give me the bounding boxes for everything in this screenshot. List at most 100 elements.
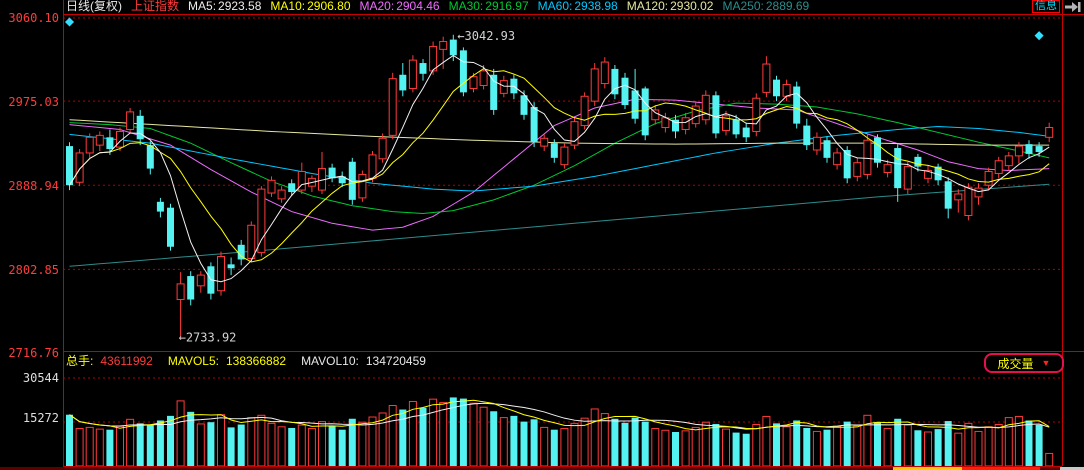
- volume-bar-down: [914, 430, 921, 466]
- volume-bar-down: [712, 424, 719, 466]
- volume-bar-up: [561, 429, 568, 466]
- candle-body-down: [743, 128, 750, 138]
- candle-body-up: [904, 167, 911, 189]
- candle-body-up: [783, 85, 790, 97]
- candle-body-down: [551, 143, 558, 158]
- volume-bar-up: [965, 423, 972, 466]
- volume-type-selector[interactable]: 成交量 ▼: [984, 353, 1064, 373]
- event-marker-diamond: [65, 17, 74, 26]
- volume-bar-down: [521, 422, 528, 466]
- candle-body-up: [480, 71, 487, 86]
- mavol10-label: MAVOL10:: [301, 352, 359, 371]
- candle-body-up: [177, 284, 184, 300]
- volume-bar-up: [218, 415, 225, 466]
- ma-line-ma250: [70, 184, 1050, 266]
- volume-bar-up: [197, 424, 204, 466]
- volume-selector-label: 成交量: [998, 355, 1034, 372]
- candle-body-up: [369, 155, 376, 178]
- candle-body-down: [824, 140, 831, 158]
- volume-chart[interactable]: [63, 372, 1062, 466]
- symbol-name[interactable]: 上证指数: [131, 0, 179, 14]
- candle-body-down: [157, 202, 164, 212]
- candle-body-down: [399, 75, 406, 91]
- candle-body-up: [995, 161, 1002, 174]
- candle-body-up: [682, 118, 689, 130]
- volume-bar-up: [541, 427, 548, 466]
- next-panel-arrow-icon[interactable]: [1064, 1, 1081, 13]
- ma60-legend: MA60:2938.98: [538, 0, 618, 14]
- candle-body-up: [975, 188, 982, 197]
- volume-bar-down: [672, 432, 679, 466]
- volume-bar-up: [985, 427, 992, 466]
- candle-body-down: [712, 95, 719, 133]
- volume-bar-down: [733, 433, 740, 466]
- volume-bar-down: [329, 426, 336, 466]
- volume-bar-up: [258, 415, 265, 466]
- candle-body-up: [813, 137, 820, 150]
- candle-body-up: [652, 110, 659, 120]
- candle-body-down: [187, 276, 194, 299]
- candle-body-up: [500, 81, 507, 94]
- volume-header: 总手: 43611992 MAVOL5: 138366882 MAVOL10: …: [0, 352, 1084, 371]
- info-button[interactable]: 信息: [1032, 0, 1060, 13]
- price-axis-label: 2888.94: [0, 179, 59, 193]
- volume-bar-up: [925, 432, 932, 466]
- candle-body-up: [86, 137, 93, 153]
- high-price-annotation: ←3042.93: [457, 29, 515, 43]
- candle-body-down: [733, 120, 740, 135]
- candle-body-up: [379, 138, 386, 159]
- candle-body-up: [470, 77, 477, 89]
- candle-body-down: [460, 50, 467, 92]
- volume-bar-down: [531, 419, 538, 466]
- volume-bar-up: [96, 429, 103, 466]
- candle-body-up: [753, 98, 760, 131]
- volume-bar-up: [955, 433, 962, 466]
- volume-bar-down: [399, 410, 406, 466]
- volume-bar-up: [430, 399, 437, 466]
- price-chart[interactable]: ←3042.93←2733.92: [63, 14, 1062, 359]
- candle-body-down: [642, 88, 649, 135]
- candle-body-up: [601, 62, 608, 83]
- period-label[interactable]: 日线(复权): [66, 0, 122, 14]
- volume-bar-down: [743, 434, 750, 466]
- candle-body-up: [409, 60, 416, 88]
- candle-body-down: [793, 86, 800, 123]
- volume-bar-up: [500, 418, 507, 466]
- volume-bar-down: [157, 420, 164, 466]
- volume-bar-up: [248, 418, 255, 466]
- volume-bar-up: [813, 431, 820, 466]
- candle-body-up: [864, 140, 871, 174]
- chart-header: 日线(复权) 上证指数 MA5:2923.58 MA10:2906.80 MA2…: [66, 0, 809, 14]
- volume-bar-down: [611, 419, 618, 466]
- candle-body-up: [884, 165, 891, 173]
- candle-body-down: [137, 116, 144, 139]
- volume-bar-up: [480, 407, 487, 466]
- price-axis-label: 2716.76: [0, 346, 59, 360]
- volume-bar-up: [117, 426, 124, 466]
- candle-body-down: [1036, 146, 1043, 152]
- candle-body-up: [763, 64, 770, 92]
- volume-bar-up: [470, 403, 477, 466]
- candle-body-up: [854, 163, 861, 177]
- candle-body-down: [329, 168, 336, 179]
- candle-body-down: [803, 126, 810, 146]
- volume-bar-down: [622, 423, 629, 466]
- candle-body-up: [248, 225, 255, 258]
- volume-bar-down: [349, 419, 356, 466]
- total-volume-value: 43611992: [100, 352, 153, 371]
- candle-body-up: [955, 194, 962, 200]
- mavol5-label: MAVOL5:: [168, 352, 219, 371]
- candle-body-up: [127, 112, 134, 130]
- candle-body-up: [561, 147, 568, 165]
- candle-body-up: [430, 46, 437, 70]
- candle-body-down: [773, 80, 780, 97]
- volume-bar-up: [76, 429, 83, 466]
- volume-bar-up: [86, 427, 93, 466]
- volume-bar-up: [278, 427, 285, 466]
- mavol5-line: [70, 400, 1050, 430]
- candle-body-up: [834, 153, 841, 165]
- candle-body-up: [197, 275, 204, 286]
- volume-bar-up: [359, 422, 366, 466]
- volume-bar-down: [773, 423, 780, 466]
- volume-bar-up: [692, 427, 699, 466]
